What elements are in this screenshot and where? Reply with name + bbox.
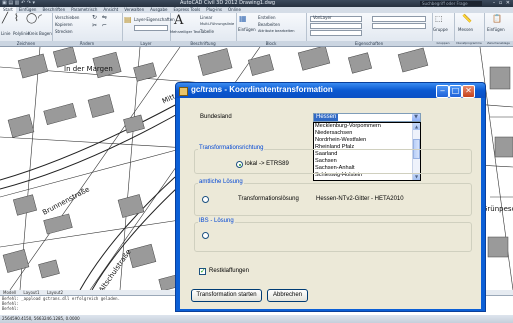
fillet-icon[interactable]: ⌐ <box>102 23 107 29</box>
transformationsloesung-value: Hessen-NTv2-Gitter - HETA2010 <box>316 196 404 202</box>
insert-block-label[interactable]: Einfügen <box>238 27 256 32</box>
group-label-block: Block <box>236 41 306 46</box>
quick-access-toolbar[interactable]: ▣ ▤ ▥ ↶ ↷ ▾ <box>2 0 35 7</box>
list-dropdown[interactable] <box>372 23 426 29</box>
multileader-button[interactable]: Multi-Führungslinie <box>200 22 234 27</box>
circle-icon[interactable]: ◯ <box>26 14 37 24</box>
radio-ibs[interactable] <box>202 232 209 239</box>
gctrans-dialog: gc/trans - Koordinatentransformation ‒ □… <box>175 82 486 312</box>
group-label-aendern: Ändern <box>52 41 122 46</box>
color-value: VonLayer <box>313 15 332 20</box>
layer-dropdown[interactable] <box>134 25 168 31</box>
app-title: AutoCAD Civil 3D 2012 Drawing1.dwg <box>180 0 276 6</box>
help-search-input[interactable]: Suchbegriff oder Frage eingeben <box>420 1 482 11</box>
arc-label[interactable]: Bogen <box>39 31 52 36</box>
rotate-icon[interactable]: ↻ <box>92 15 97 21</box>
group-label-beschriftung: Beschriftung <box>170 41 236 46</box>
radio-lokal-etrs89[interactable] <box>236 161 243 168</box>
mirror-icon[interactable]: ⇋ <box>102 15 107 21</box>
measure-label[interactable]: Messen <box>458 27 473 32</box>
trim-icon[interactable]: ✂ <box>92 23 97 29</box>
map-label-in-der-margen: In der Margen <box>64 65 113 73</box>
ribbon-group-layer: ▤ Layer-Eigenschaften Layer <box>122 13 175 46</box>
ribbon-group-gruppen: ⬚ Gruppe Gruppen <box>432 13 455 46</box>
map-label-grunpesch: Grünpesch <box>482 205 513 213</box>
ribbon-group-beschriftung: A Mehrzeiliger Text Linear Multi-Führung… <box>170 13 237 46</box>
list-item[interactable]: Mecklenburg-Vorpommern <box>315 123 381 130</box>
layer-properties-icon[interactable]: ▤ <box>124 16 132 24</box>
ribbon: ╱ ⌇ ◯ ◜ Linie Polylinie Kreis Bogen Zeic… <box>0 13 513 47</box>
linetype-dropdown[interactable] <box>310 23 362 29</box>
stretch-button[interactable]: Strecken <box>55 29 73 34</box>
bundesland-label: Bundesland <box>200 114 232 120</box>
line-label[interactable]: Linie <box>1 31 10 36</box>
restklaffungen-checkbox[interactable] <box>199 267 206 275</box>
mtext-label[interactable]: Mehrzeiliger Text <box>170 30 201 35</box>
dialog-client: Bundesland Hessen ▼ Mecklenburg-Vorpomme… <box>180 98 481 309</box>
group-button-label[interactable]: Gruppe <box>433 27 448 32</box>
group-label-zeichnen: Zeichnen <box>0 41 52 46</box>
insert-block-icon[interactable]: ▦ <box>239 15 247 23</box>
polyline-icon[interactable]: ⌇ <box>14 14 19 24</box>
chevron-down-icon[interactable]: ▼ <box>412 114 420 121</box>
app-titlebar: ▣ ▤ ▥ ↶ ↷ ▾ AutoCAD Civil 3D 2012 Drawin… <box>0 0 513 11</box>
radio-lokal-label: lokal -> ETRS89 <box>245 161 289 167</box>
ribbon-group-eigenschaften: VonLayer Eigenschaften <box>306 13 433 46</box>
circle-label[interactable]: Kreis <box>28 31 38 36</box>
edit-attributes-button[interactable]: Attribute bearbeiten <box>258 29 295 34</box>
minimize-button[interactable]: ‒ <box>436 85 449 98</box>
paste-label[interactable]: Einfügen <box>487 27 505 32</box>
measure-icon[interactable]: 📏 <box>462 15 472 23</box>
list-item[interactable]: Niedersachsen <box>315 130 352 137</box>
bundesland-selected: Hessen <box>314 114 339 121</box>
bundesland-combobox[interactable]: Hessen ▼ <box>313 113 421 122</box>
transparency-dropdown[interactable] <box>372 16 426 22</box>
app-icon <box>179 87 188 96</box>
amtliche-group-label: amtliche Lösung <box>198 179 244 185</box>
dialog-titlebar[interactable]: gc/trans - Koordinatentransformation ‒ □… <box>176 83 485 98</box>
move-button[interactable]: Verschieben <box>55 15 79 20</box>
transformation-group-label: Transformationsrichtung <box>198 145 265 151</box>
group-label-dienstprogramme: Dienstprogramme <box>454 41 484 46</box>
lineweight-dropdown[interactable] <box>310 30 362 36</box>
dialog-title: gc/trans - Koordinatentransformation <box>191 85 333 94</box>
coordinate-readout: 2564590.4150, 5663246.1285, 0.0000 <box>2 316 80 321</box>
arc-icon[interactable]: ◜ <box>38 14 42 24</box>
radio-amtliche[interactable] <box>202 196 209 203</box>
dimension-button[interactable]: Linear <box>200 15 212 20</box>
ribbon-group-zwischenablage: 📋 Einfügen Zwischenablage <box>484 13 513 46</box>
mtext-icon[interactable]: A <box>174 13 183 28</box>
group-label-eigenschaften: Eigenschaften <box>306 41 432 46</box>
paste-icon[interactable]: 📋 <box>492 15 502 23</box>
cancel-button[interactable]: Abbrechen <box>267 289 308 302</box>
create-block-button[interactable]: Erstellen <box>258 15 276 20</box>
close-button[interactable]: ✕ <box>462 85 475 98</box>
ribbon-group-dienstprogramme: 📏 Messen Dienstprogramme <box>454 13 485 46</box>
transformationsloesung-label: Transformationslösung <box>238 196 299 202</box>
status-bar: 2564590.4150, 5663246.1285, 0.0000 <box>0 315 513 323</box>
scroll-up-icon[interactable]: ▲ <box>413 123 420 130</box>
group-label-zwischenablage: Zwischenablage <box>484 41 513 46</box>
ribbon-group-aendern: Verschieben Kopieren Strecken ↻ ⇋ ✂ ⌐ Än… <box>52 13 123 46</box>
edit-block-button[interactable]: Bearbeiten <box>258 22 280 27</box>
layer-properties-button[interactable]: Layer-Eigenschaften <box>134 17 175 22</box>
copy-button[interactable]: Kopieren <box>55 22 73 27</box>
window-controls[interactable]: – ▫ ✕ <box>493 1 511 6</box>
start-transformation-button[interactable]: Transformation starten <box>191 289 262 302</box>
group-icon[interactable]: ⬚ <box>435 15 443 23</box>
restklaffungen-label: Restklaffungen <box>209 268 249 274</box>
table-button[interactable]: Tabelle <box>200 29 214 34</box>
scroll-down-icon[interactable]: ▼ <box>413 173 420 180</box>
list-item[interactable]: Nordrhein-Westfalen <box>315 137 366 144</box>
ribbon-group-zeichnen: ╱ ⌇ ◯ ◜ Linie Polylinie Kreis Bogen Zeic… <box>0 13 53 46</box>
group-label-gruppen: Gruppen <box>432 41 454 46</box>
group-label-layer: Layer <box>122 41 170 46</box>
maximize-button[interactable]: □ <box>449 85 462 98</box>
ibs-group-label: IBS - Lösung <box>198 218 235 224</box>
ribbon-group-block: ▦ Einfügen Erstellen Bearbeiten Attribut… <box>236 13 307 46</box>
line-icon[interactable]: ╱ <box>2 14 8 24</box>
ibs-group <box>194 222 472 252</box>
